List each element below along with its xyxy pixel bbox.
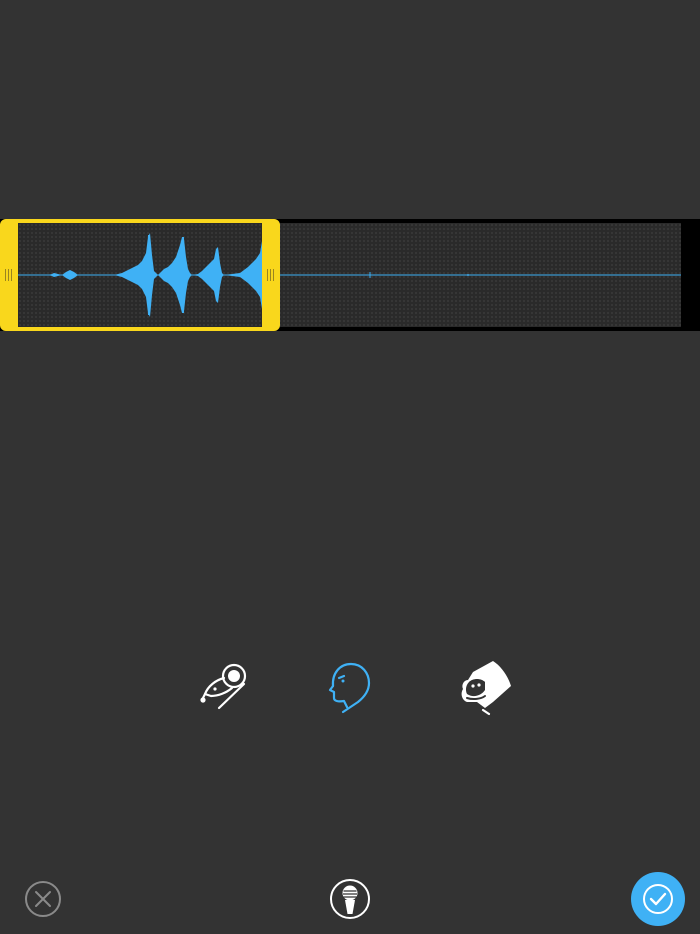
- confirm-button[interactable]: [630, 871, 686, 927]
- selection-end-handle[interactable]: [262, 219, 280, 331]
- human-head-icon: [328, 662, 371, 714]
- waveform-area: [18, 223, 681, 327]
- waveform-track[interactable]: [0, 219, 700, 331]
- close-circle-icon: [25, 881, 61, 917]
- gorilla-icon: [461, 661, 511, 716]
- record-button[interactable]: [328, 877, 372, 921]
- selection-start-handle[interactable]: [0, 219, 18, 331]
- voice-gorilla-button[interactable]: [455, 656, 515, 716]
- microphone-icon: [330, 879, 370, 919]
- mouse-icon: [200, 663, 247, 710]
- grip-lines-icon: [5, 269, 13, 281]
- waveform: [18, 231, 681, 319]
- checkmark-icon: [631, 872, 685, 926]
- voice-mouse-button[interactable]: [194, 656, 254, 716]
- cancel-button[interactable]: [23, 879, 63, 919]
- voice-changer-screen: [0, 0, 700, 934]
- grip-lines-icon: [267, 269, 275, 281]
- voice-human-button[interactable]: [320, 656, 380, 716]
